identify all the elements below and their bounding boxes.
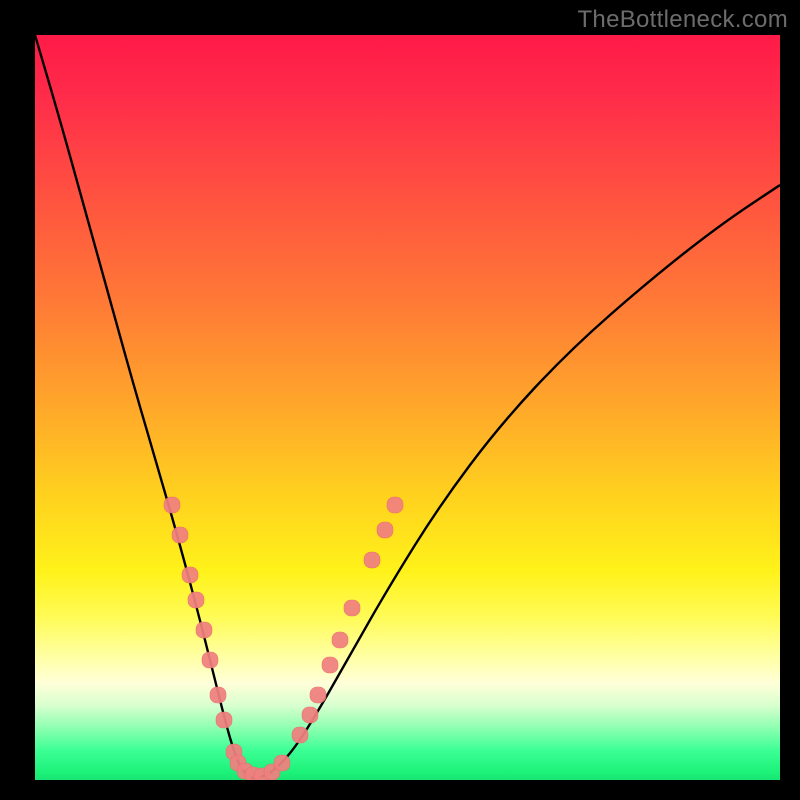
data-point — [216, 712, 232, 728]
data-point — [202, 652, 218, 668]
data-point — [387, 497, 403, 513]
chart-frame: TheBottleneck.com — [0, 0, 800, 800]
data-point — [310, 687, 326, 703]
data-point — [302, 707, 318, 723]
data-point — [344, 600, 360, 616]
data-point — [164, 497, 180, 513]
data-point — [172, 527, 188, 543]
data-point — [196, 622, 212, 638]
watermark-text: TheBottleneck.com — [577, 6, 788, 34]
data-point — [292, 727, 308, 743]
data-point — [377, 522, 393, 538]
data-point — [274, 755, 290, 771]
chart-svg — [35, 35, 780, 780]
data-point — [210, 687, 226, 703]
bottleneck-curve — [35, 35, 780, 778]
data-markers — [164, 497, 403, 780]
data-point — [364, 552, 380, 568]
data-point — [188, 592, 204, 608]
data-point — [332, 632, 348, 648]
data-point — [182, 567, 198, 583]
plot-area — [35, 35, 780, 780]
data-point — [322, 657, 338, 673]
